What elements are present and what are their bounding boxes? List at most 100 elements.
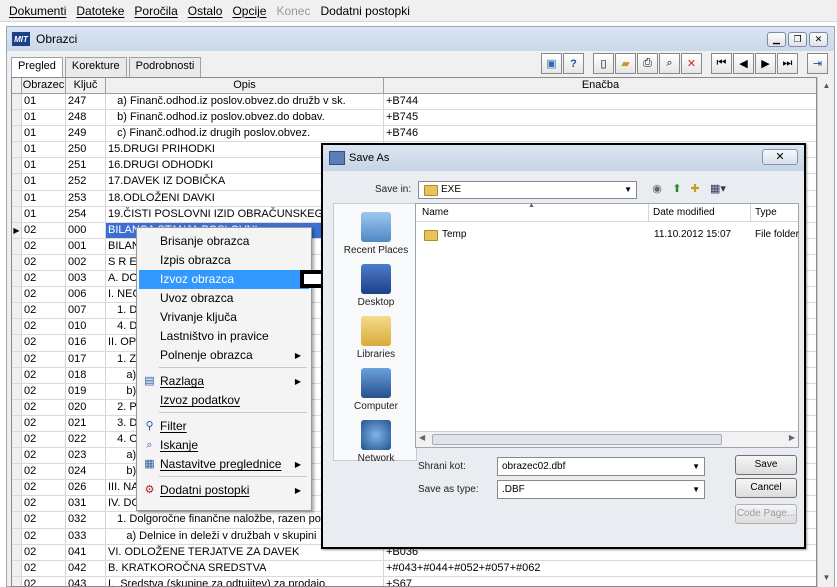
menu-dokumenti[interactable]: Dokumenti <box>4 4 71 18</box>
menu-ostalo[interactable]: Ostalo <box>183 4 228 18</box>
context-menu-item[interactable]: Izpis obrazca <box>139 251 309 270</box>
column-date-modified[interactable]: Date modified <box>653 207 715 218</box>
table-row[interactable]: 01 249 c) Finanč.odhod.iz drugih poslov.o… <box>12 126 816 143</box>
context-menu-item[interactable]: ▦ Nastavitve preglednice ▶ <box>139 455 309 474</box>
cell-kljuc: 024 <box>66 464 106 480</box>
monitor-icon[interactable]: ▣ <box>541 53 562 74</box>
menu-dodatni-postopki[interactable]: Dodatni postopki <box>315 4 414 18</box>
save-in-dropdown[interactable]: EXE ▼ <box>418 181 637 199</box>
context-menu-item[interactable]: ▤ Razlaga ▶ <box>139 372 309 391</box>
row-indicator <box>12 480 22 496</box>
context-menu-item[interactable]: Uvoz obrazca <box>139 289 309 308</box>
last-record-icon[interactable]: ⏭ <box>777 53 798 74</box>
dialog-close-button[interactable]: ✕ <box>762 149 798 165</box>
context-menu-item[interactable]: Izvoz podatkov <box>139 391 309 410</box>
column-header-opis[interactable]: Opis <box>106 78 384 93</box>
scroll-left-icon[interactable]: ◀ <box>419 433 425 442</box>
cell-kljuc: 247 <box>66 94 106 110</box>
table-row[interactable]: 02 042 B. KRATKOROČNA SREDSTVA +#043+#044+#… <box>12 560 816 577</box>
save-as-type-dropdown[interactable]: .DBF ▼ <box>497 480 705 499</box>
minimize-button[interactable]: ▁ <box>767 32 786 47</box>
menu-opcije[interactable]: Opcije <box>227 4 271 18</box>
save-in-label: Save in: <box>375 184 412 195</box>
cell-obrazec: 01 <box>22 142 66 158</box>
print-icon[interactable]: ⎙ <box>637 53 658 74</box>
first-record-icon[interactable]: ⏮ <box>711 53 732 74</box>
table-row[interactable]: 02 043 I. Sredstva (skupine za odtujitev) … <box>12 576 816 586</box>
context-menu-item[interactable]: Lastništvo in pravice <box>139 327 309 346</box>
row-indicator <box>12 174 22 190</box>
column-header-enacba[interactable]: Enačba <box>384 78 816 93</box>
cancel-button[interactable]: Cancel <box>735 478 797 498</box>
menubar: Dokumenti Datoteke Poročila Ostalo Opcij… <box>0 0 837 22</box>
tab-korekture[interactable]: Korekture <box>64 57 127 77</box>
cell-kljuc: 252 <box>66 174 106 190</box>
file-row[interactable]: Temp 11.10.2012 15:07 File folder <box>422 228 799 244</box>
place-network[interactable]: Network <box>334 420 418 464</box>
scroll-right-icon[interactable]: ▶ <box>789 433 795 442</box>
filename-field[interactable]: obrazec02.dbf ▼ <box>497 457 705 476</box>
context-menu-item-label: Iskanje <box>160 438 199 452</box>
place-recent-places[interactable]: Recent Places <box>334 212 418 256</box>
cell-obrazec: 01 <box>22 158 66 174</box>
previous-record-icon[interactable]: ◀ <box>733 53 754 74</box>
tab-podrobnosti[interactable]: Podrobnosti <box>128 57 202 77</box>
cell-obrazec: 02 <box>22 496 66 512</box>
table-row[interactable]: 01 247 a) Finanč.odhod.iz poslov.obvez.do… <box>12 94 816 111</box>
context-menu-item[interactable]: Vrivanje ključa <box>139 308 309 327</box>
row-indicator <box>12 512 22 528</box>
close-button[interactable]: ✕ <box>809 32 828 47</box>
table-row[interactable]: 01 248 b) Finanč.odhod.iz poslov.obvez.do… <box>12 110 816 127</box>
view-menu-icon[interactable]: ▦▾ <box>707 181 729 197</box>
menu-porocila[interactable]: Poročila <box>129 4 182 18</box>
save-button[interactable]: Save <box>735 455 797 475</box>
chevron-down-icon: ▼ <box>692 462 700 471</box>
file-list[interactable]: Name ▲ Date modified Type Temp 11.10.201… <box>415 202 799 448</box>
delete-icon[interactable]: ✕ <box>681 53 702 74</box>
column-header-kljuc[interactable]: Ključ <box>66 78 106 93</box>
scroll-thumb[interactable] <box>432 434 722 445</box>
cell-kljuc: 021 <box>66 415 106 431</box>
cell-obrazec: 02 <box>22 222 66 238</box>
cell-kljuc: 007 <box>66 303 106 319</box>
scroll-down-icon[interactable]: ▼ <box>820 571 833 585</box>
column-header-obrazec[interactable]: Obrazec <box>22 78 66 93</box>
context-menu-item[interactable]: ⌕ Iskanje <box>139 436 309 455</box>
place-desktop[interactable]: Desktop <box>334 264 418 308</box>
restore-button[interactable]: ❐ <box>788 32 807 47</box>
vertical-scrollbar[interactable]: ▲ ▼ <box>817 77 834 587</box>
tab-pregled[interactable]: Pregled <box>11 57 63 78</box>
context-menu-item-label: Filter <box>160 419 187 433</box>
context-menu-item[interactable]: Brisanje obrazca <box>139 232 309 251</box>
next-record-icon[interactable]: ▶ <box>755 53 776 74</box>
cell-obrazec: 02 <box>22 464 66 480</box>
row-indicator <box>12 496 22 512</box>
new-folder-icon[interactable]: ✚ <box>687 181 703 197</box>
search-icon[interactable]: ⌕ <box>659 53 680 74</box>
up-folder-icon[interactable]: ⬆ <box>669 181 685 197</box>
context-menu-item[interactable]: ⚲ Filter <box>139 417 309 436</box>
row-indicator <box>12 367 22 383</box>
place-computer[interactable]: Computer <box>334 368 418 412</box>
open-folder-icon[interactable]: ▰ <box>615 53 636 74</box>
cell-kljuc: 031 <box>66 496 106 512</box>
column-name[interactable]: Name <box>422 207 449 218</box>
cell-obrazec: 02 <box>22 351 66 367</box>
context-menu-item[interactable]: ⚙ Dodatni postopki ▶ <box>139 481 309 500</box>
cell-kljuc: 253 <box>66 190 106 206</box>
new-document-icon[interactable]: ▯ <box>593 53 614 74</box>
place-libraries[interactable]: Libraries <box>334 316 418 360</box>
menu-datoteke[interactable]: Datoteke <box>71 4 129 18</box>
column-type[interactable]: Type <box>755 207 777 218</box>
dialog-title: Save As <box>349 152 390 164</box>
scroll-up-icon[interactable]: ▲ <box>820 79 833 93</box>
row-indicator <box>12 271 22 287</box>
context-menu-item[interactable]: Izvoz obrazca <box>139 270 309 289</box>
back-icon[interactable]: ◉ <box>649 181 665 197</box>
exit-icon[interactable]: ⇥ <box>807 53 828 74</box>
help-icon[interactable]: ? <box>563 53 584 74</box>
horizontal-scrollbar[interactable]: ◀ ▶ <box>416 431 798 447</box>
context-menu-item[interactable]: Polnenje obrazca ▶ <box>139 346 309 365</box>
context-menu-item-label: Razlaga <box>160 374 205 388</box>
context-menu-item-label: Lastništvo in pravice <box>160 329 269 343</box>
